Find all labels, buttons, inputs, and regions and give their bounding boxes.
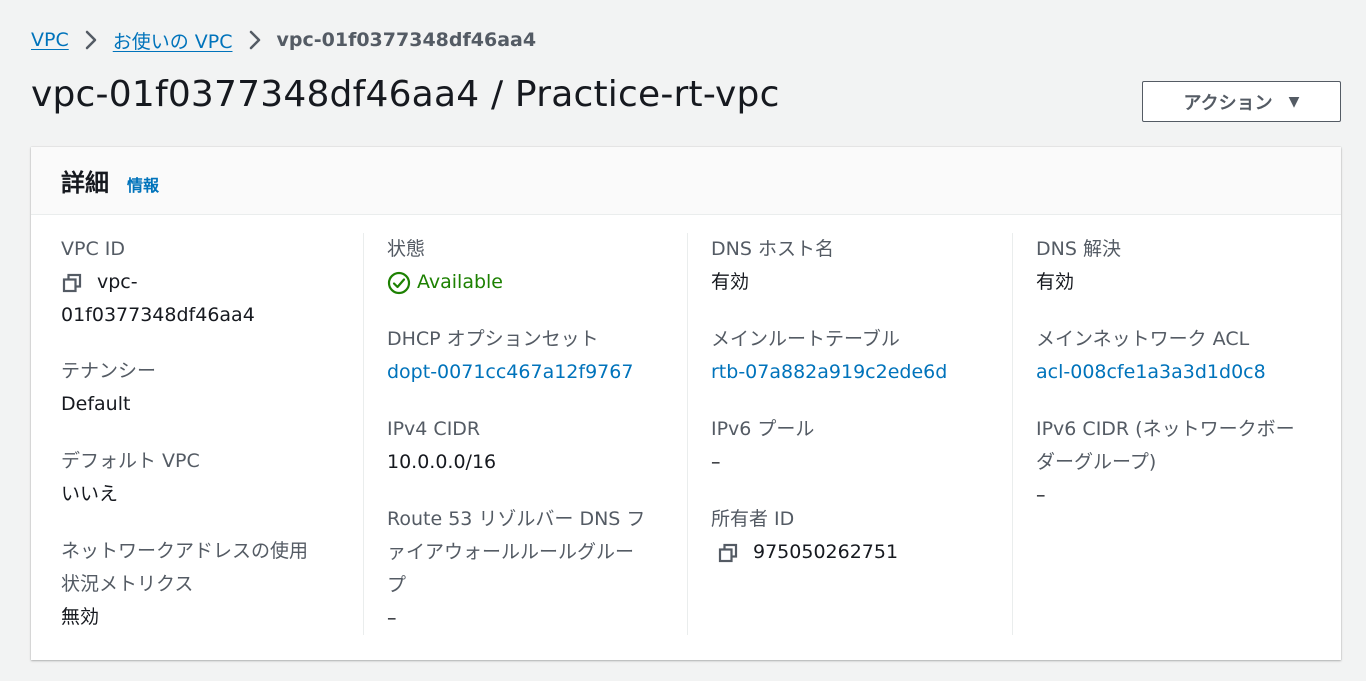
field-label: 所有者 ID [711,508,795,530]
field-network-address-usage: ネットワークアドレスの使用 状況メトリクス 無効 [61,535,351,634]
main-route-table-link[interactable]: rtb-07a882a919c2ede6d [711,356,1001,389]
field-label: メインネットワーク ACL [1036,328,1250,350]
details-columns: VPC ID vpc- 01f0377348df46aa4 テナンシー Defa… [31,215,1341,635]
chevron-right-icon [233,24,277,56]
chevron-right-icon [69,24,113,56]
field-label: 状態 [387,238,426,260]
details-column-3: DNS ホスト名 有効 メインルートテーブル rtb-07a882a919c2e… [687,233,1011,635]
field-label: DNS ホスト名 [711,238,834,260]
field-label-line3: プ [387,574,407,596]
field-default-vpc: デフォルト VPC いいえ [61,445,351,511]
field-label: メインルートテーブル [711,328,900,350]
actions-button-label: アクション [1183,92,1273,114]
field-label-line1: ネットワークアドレスの使用 [61,540,309,562]
details-column-4: DNS 解決 有効 メインネットワーク ACL acl-008cfe1a3a3d… [1012,233,1336,635]
field-value: – [387,607,397,629]
main-network-acl-link[interactable]: acl-008cfe1a3a3d1d0c8 [1036,356,1326,389]
field-value: 無効 [61,606,100,628]
field-dns-resolution: DNS 解決 有効 [1036,233,1326,299]
breadcrumb-link-your-vpcs[interactable]: お使いの VPC [113,27,233,54]
field-label: VPC ID [61,238,125,260]
field-value: 975050262751 [711,536,1001,569]
vpc-id-value-part1: vpc- [97,271,138,293]
check-circle-icon [387,271,411,295]
dhcp-options-link[interactable]: dopt-0071cc467a12f9767 [387,356,677,389]
field-label-line2: 状況メトリクス [61,573,194,595]
details-panel-header: 詳細 情報 [31,147,1341,215]
field-owner-id: 所有者 ID 975050262751 [711,503,1001,569]
field-vpc-id: VPC ID vpc- 01f0377348df46aa4 [61,233,351,332]
field-ipv6-pool: IPv6 プール – [711,413,1001,479]
actions-dropdown-button[interactable]: アクション ▼ [1142,81,1341,122]
breadcrumb-current: vpc-01f0377348df46aa4 [276,29,537,51]
field-dhcp-options: DHCP オプションセット dopt-0071cc467a12f9767 [387,323,677,389]
details-panel: 詳細 情報 VPC ID vpc- 01f0377348df46aa4 テナンシ… [31,147,1341,660]
owner-id-value: 975050262751 [753,541,899,563]
field-label: テナンシー [61,360,157,382]
field-label-line1: Route 53 リゾルバー DNS フ [387,508,646,530]
field-label: IPv4 CIDR [387,418,481,440]
page-title: vpc-01f0377348df46aa4 / Practice-rt-vpc [31,74,780,115]
caret-down-icon: ▼ [1288,93,1300,110]
status-indicator: Available [387,266,677,299]
field-value: Default [61,393,131,415]
field-value: 有効 [1036,271,1075,293]
field-label: DNS 解決 [1036,238,1121,260]
field-value: – [711,451,721,473]
vpc-id-value-part2: 01f0377348df46aa4 [61,304,255,326]
field-value: 10.0.0.0/16 [387,451,497,473]
field-value: いいえ [61,483,119,505]
field-label: デフォルト VPC [61,450,200,472]
field-value: 有効 [711,271,750,293]
field-main-network-acl: メインネットワーク ACL acl-008cfe1a3a3d1d0c8 [1036,323,1326,389]
field-value: – [1036,484,1046,506]
copy-icon[interactable] [61,266,83,299]
field-route53-resolver: Route 53 リゾルバー DNS フ ァイアウォールルールグルー プ – [387,503,677,635]
details-column-2: 状態 Available DHCP オプションセット dopt-0071cc46… [363,233,687,635]
breadcrumb: VPC お使いの VPC vpc-01f0377348df46aa4 [31,24,536,56]
field-label: DHCP オプションセット [387,328,599,350]
field-tenancy: テナンシー Default [61,355,351,421]
field-ipv4-cidr: IPv4 CIDR 10.0.0.0/16 [387,413,677,479]
field-label: IPv6 プール [711,418,815,440]
field-ipv6-cidr: IPv6 CIDR (ネットワークボー ダーグループ) – [1036,413,1326,512]
field-dns-hostnames: DNS ホスト名 有効 [711,233,1001,299]
field-label-line2: ダーグループ) [1036,451,1157,473]
field-label-line1: IPv6 CIDR (ネットワークボー [1036,418,1295,440]
info-link[interactable]: 情報 [127,172,159,196]
field-label-line2: ァイアウォールルールグルー [387,541,635,563]
status-text: Available [417,271,504,293]
field-state: 状態 Available [387,233,677,299]
breadcrumb-link-vpc[interactable]: VPC [31,29,69,51]
copy-icon[interactable] [717,536,739,569]
field-value: vpc- [61,266,351,299]
details-panel-title: 詳細 [61,169,109,197]
details-column-1: VPC ID vpc- 01f0377348df46aa4 テナンシー Defa… [61,233,361,635]
field-main-route-table: メインルートテーブル rtb-07a882a919c2ede6d [711,323,1001,389]
